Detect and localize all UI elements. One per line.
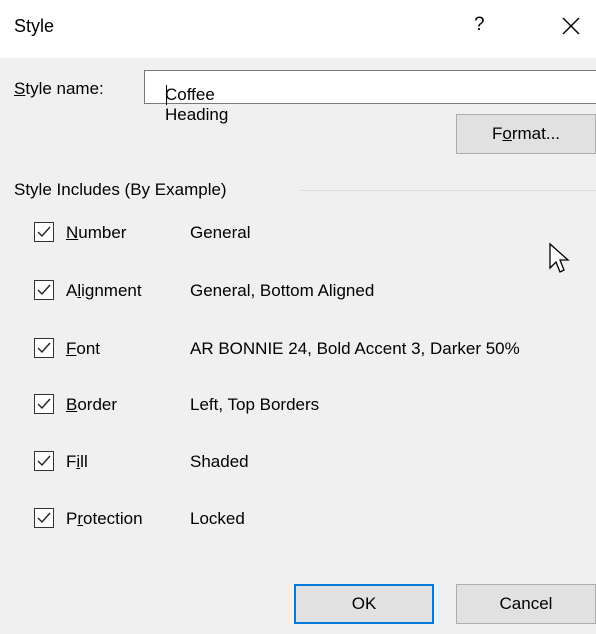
number-value: General: [190, 223, 251, 242]
close-button[interactable]: [556, 8, 586, 42]
font-label: Font: [66, 339, 101, 358]
checkmark-icon: [37, 455, 51, 467]
alignment-value: General, Bottom Aligned: [190, 281, 375, 300]
checkmark-icon: [37, 226, 51, 238]
checkmark-icon: [37, 512, 51, 524]
protection-value: Locked: [190, 509, 245, 528]
alignment-checkbox[interactable]: [34, 280, 54, 300]
fill-value: Shaded: [190, 452, 249, 471]
border-checkbox[interactable]: [34, 394, 54, 414]
style-name-label: Style name:: [14, 79, 104, 98]
text-caret: [166, 85, 167, 105]
cancel-button[interactable]: Cancel: [456, 584, 596, 624]
help-button[interactable]: ?: [474, 14, 485, 36]
checkmark-icon: [37, 342, 51, 354]
font-value: AR BONNIE 24, Bold Accent 3, Darker 50%: [190, 339, 520, 358]
number-checkbox[interactable]: [34, 222, 54, 242]
number-label: Number: [66, 223, 127, 242]
fill-checkbox[interactable]: [34, 451, 54, 471]
alignment-label: Alignment: [66, 281, 142, 300]
border-value: Left, Top Borders: [190, 395, 320, 414]
group-divider: [300, 190, 596, 191]
mouse-cursor-icon: [549, 242, 570, 273]
font-checkbox[interactable]: [34, 338, 54, 358]
dialog-title: Style: [14, 16, 55, 36]
close-icon: [562, 17, 580, 35]
protection-label: Protection: [66, 509, 143, 528]
format-button[interactable]: Format...: [456, 114, 596, 154]
checkmark-icon: [37, 284, 51, 296]
ok-button[interactable]: OK: [294, 584, 434, 624]
checkmark-icon: [37, 398, 51, 410]
group-title: Style Includes (By Example): [14, 180, 233, 200]
style-name-value: Coffee Heading: [165, 85, 229, 124]
title-bar: Style ?: [0, 0, 596, 58]
fill-label: Fill: [66, 452, 88, 471]
style-name-input[interactable]: Coffee Heading: [144, 70, 596, 124]
border-label: Border: [66, 395, 118, 414]
protection-checkbox[interactable]: [34, 508, 54, 528]
